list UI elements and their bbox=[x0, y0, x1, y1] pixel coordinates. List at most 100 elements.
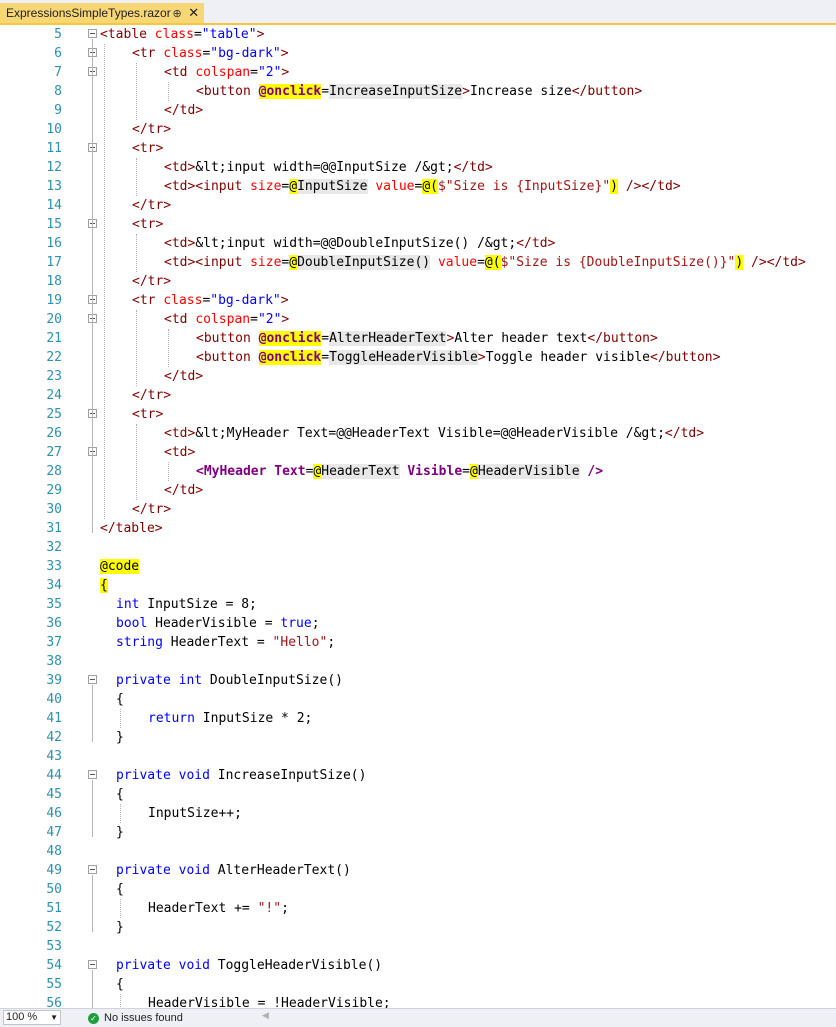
code-line[interactable]: 38 bbox=[0, 652, 836, 671]
status-bar: 100 % ▼ ✓ No issues found ◀ bbox=[0, 1008, 836, 1027]
code-line[interactable]: 42} bbox=[0, 728, 836, 747]
collapse-toggle-icon[interactable] bbox=[88, 865, 97, 874]
code-line[interactable]: 25 <tr> bbox=[0, 405, 836, 424]
code-line[interactable]: 48 bbox=[0, 842, 836, 861]
code-line[interactable]: 19 <tr class="bg-dark"> bbox=[0, 291, 836, 310]
collapse-toggle-icon[interactable] bbox=[88, 675, 97, 684]
code-line[interactable]: 51 HeaderText += "!"; bbox=[0, 899, 836, 918]
code-token: size bbox=[250, 255, 282, 270]
tab-title: ExpressionsSimpleTypes.razor bbox=[6, 6, 171, 20]
code-token: <td><input bbox=[164, 179, 251, 194]
code-token: $"Size is {DoubleInputSize()}" bbox=[500, 255, 736, 270]
code-line[interactable]: 5 <table class="table"> bbox=[0, 25, 836, 44]
code-text: @code bbox=[100, 557, 140, 576]
code-editor[interactable]: 5 <table class="table"> 6 <tr class="bg-dar… bbox=[0, 25, 836, 1008]
code-line[interactable]: 33 @code bbox=[0, 557, 836, 576]
code-line[interactable]: 15 <tr> bbox=[0, 215, 836, 234]
code-line[interactable]: 52} bbox=[0, 918, 836, 937]
code-line[interactable]: 32 bbox=[0, 538, 836, 557]
pin-icon[interactable]: ⊕ bbox=[171, 7, 184, 20]
code-line[interactable]: 50 { bbox=[0, 880, 836, 899]
code-line[interactable]: 12 <td>&lt;input width=@@InputSize /&gt;<… bbox=[0, 158, 836, 177]
line-number: 8 bbox=[54, 84, 62, 99]
code-line[interactable]: 49 private void AlterHeaderText() bbox=[0, 861, 836, 880]
code-line[interactable]: 43 bbox=[0, 747, 836, 766]
collapse-toggle-icon[interactable] bbox=[88, 960, 97, 969]
code-token: "2" bbox=[257, 65, 282, 80]
code-token: string bbox=[116, 635, 163, 650]
line-number: 52 bbox=[46, 920, 62, 935]
collapse-toggle-icon[interactable] bbox=[88, 29, 97, 38]
code-line[interactable]: 53 bbox=[0, 937, 836, 956]
code-token: </button> bbox=[650, 350, 721, 365]
code-line[interactable]: 39 private int DoubleInputSize() bbox=[0, 671, 836, 690]
code-token: @onclick bbox=[258, 331, 322, 346]
issues-indicator[interactable]: ✓ No issues found bbox=[88, 1010, 183, 1026]
code-line[interactable]: 17 <td><input size = @DoubleInputSize() val… bbox=[0, 253, 836, 272]
code-line[interactable]: 6 <tr class="bg-dark"> bbox=[0, 44, 836, 63]
code-token: "table" bbox=[201, 27, 257, 42]
document-tab[interactable]: ExpressionsSimpleTypes.razor ⊕ ✕ bbox=[0, 3, 204, 23]
code-line[interactable]: 41 return InputSize * 2; bbox=[0, 709, 836, 728]
code-token: } bbox=[116, 920, 124, 935]
code-line[interactable]: 20 <td colspan="2"> bbox=[0, 310, 836, 329]
code-text: <button @onclick=IncreaseInputSize>Incre… bbox=[196, 82, 642, 101]
zoom-dropdown[interactable]: 100 % ▼ bbox=[3, 1010, 61, 1025]
code-text: <tr> bbox=[132, 405, 163, 424]
code-token: "Hello" bbox=[272, 635, 328, 650]
code-token: <button bbox=[196, 350, 259, 365]
code-token: </tr> bbox=[132, 122, 172, 137]
code-line[interactable]: 45 { bbox=[0, 785, 836, 804]
code-line[interactable]: 56 HeaderVisible = !HeaderVisible; bbox=[0, 994, 836, 1008]
code-line[interactable]: 55 { bbox=[0, 975, 836, 994]
code-text: </td> bbox=[164, 101, 203, 120]
code-line[interactable]: 36 bool HeaderVisible = true; bbox=[0, 614, 836, 633]
code-text: </tr> bbox=[132, 196, 171, 215]
code-line[interactable]: 9 </td> bbox=[0, 101, 836, 120]
code-line[interactable]: 28 <MyHeader Text=@HeaderText Visible=@He… bbox=[0, 462, 836, 481]
code-line[interactable]: 16 <td>&lt;input width=@@DoubleInputSize(… bbox=[0, 234, 836, 253]
code-text: } bbox=[116, 728, 124, 747]
code-line[interactable]: 13 <td><input size=@InputSize value=@($"S… bbox=[0, 177, 836, 196]
line-number: 27 bbox=[46, 445, 62, 460]
code-line[interactable]: 26 <td>&lt;MyHeader Text=@@HeaderText Vis… bbox=[0, 424, 836, 443]
code-line[interactable]: 44 private void IncreaseInputSize() bbox=[0, 766, 836, 785]
code-token: </tr> bbox=[132, 274, 172, 289]
code-line[interactable]: 46 InputSize++; bbox=[0, 804, 836, 823]
code-line[interactable]: 22 <button @onclick=ToggleHeaderVisible>T… bbox=[0, 348, 836, 367]
code-line[interactable]: 34 { bbox=[0, 576, 836, 595]
zoom-level: 100 % bbox=[6, 1011, 38, 1023]
code-line[interactable]: 21 <button @onclick=AlterHeaderText>Alter… bbox=[0, 329, 836, 348]
scroll-left-icon[interactable]: ◀ bbox=[262, 1010, 269, 1021]
code-token: @ bbox=[469, 464, 478, 479]
code-text: return InputSize * 2; bbox=[148, 709, 312, 728]
collapse-toggle-icon[interactable] bbox=[88, 770, 97, 779]
code-line[interactable]: 31 </table> bbox=[0, 519, 836, 538]
close-icon[interactable]: ✕ bbox=[187, 5, 200, 21]
code-token: ToggleHeaderVisible() bbox=[209, 958, 383, 973]
code-line[interactable]: 10 </tr> bbox=[0, 120, 836, 139]
code-line[interactable]: 8 <button @onclick=IncreaseInputSize>Incr… bbox=[0, 82, 836, 101]
code-line[interactable]: 37 string HeaderText = "Hello"; bbox=[0, 633, 836, 652]
code-line[interactable]: 40 { bbox=[0, 690, 836, 709]
code-token: private void bbox=[116, 768, 210, 783]
code-line[interactable]: 11 <tr> bbox=[0, 139, 836, 158]
line-number: 17 bbox=[46, 255, 62, 270]
code-token: class bbox=[163, 46, 203, 61]
code-line[interactable]: 35 int InputSize = 8; bbox=[0, 595, 836, 614]
code-line[interactable]: 18 </tr> bbox=[0, 272, 836, 291]
chevron-down-icon: ▼ bbox=[50, 1013, 58, 1022]
code-token: AlterHeaderText bbox=[329, 331, 447, 346]
code-line[interactable]: 23 </td> bbox=[0, 367, 836, 386]
code-line[interactable]: 29 </td> bbox=[0, 481, 836, 500]
line-number: 23 bbox=[46, 369, 62, 384]
code-line[interactable]: 30 </tr> bbox=[0, 500, 836, 519]
code-token: /> bbox=[587, 464, 604, 479]
code-line[interactable]: 27 <td> bbox=[0, 443, 836, 462]
code-line[interactable]: 14 </tr> bbox=[0, 196, 836, 215]
indent-guide bbox=[120, 804, 121, 823]
code-line[interactable]: 54 private void ToggleHeaderVisible() bbox=[0, 956, 836, 975]
code-line[interactable]: 7 <td colspan="2"> bbox=[0, 63, 836, 82]
code-line[interactable]: 24 </tr> bbox=[0, 386, 836, 405]
code-line[interactable]: 47} bbox=[0, 823, 836, 842]
